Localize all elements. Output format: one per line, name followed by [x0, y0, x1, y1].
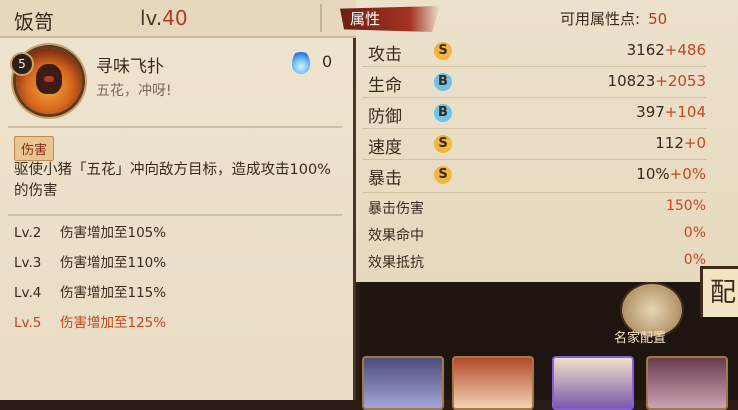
attr-row-speed: 速度 S 112+0: [368, 134, 706, 158]
skill-level-row-current: Lv.5 伤害增加至125%: [14, 315, 167, 331]
skill-subtitle: 五花，冲呀!: [96, 83, 172, 99]
grade-badge: B: [434, 73, 452, 91]
skill-title: 寻味飞扑: [96, 57, 164, 77]
shikigami-card[interactable]: [552, 356, 634, 410]
attr-row-crit: 暴击 S 10%+0%: [368, 165, 706, 189]
row-divider: [362, 128, 706, 129]
skill-level-row: Lv.3 伤害增加至110%: [14, 255, 167, 271]
grade-badge: S: [434, 42, 452, 60]
row-divider: [362, 97, 706, 98]
attr-row-hp: 生命 B 10823+2053: [368, 72, 706, 96]
shikigami-level: lv.40: [140, 6, 188, 30]
fire-cost: 0: [322, 52, 333, 71]
shikigami-card[interactable]: [452, 356, 534, 410]
tab-attributes[interactable]: 属性: [340, 6, 440, 32]
divider: [8, 214, 342, 216]
shikigami-card[interactable]: [646, 356, 728, 410]
skill-panel: 饭笥 lv.40 5 寻味飞扑 五花，冲呀! 0 伤害 驱使小猪「五花」冲向敌方…: [0, 0, 356, 400]
grade-badge: S: [434, 135, 452, 153]
attr-row-defense: 防御 B 397+104: [368, 103, 706, 127]
row-divider: [362, 159, 706, 160]
shikigami-header: 饭笥 lv.40: [0, 0, 356, 38]
blue-fire-icon: [292, 50, 310, 74]
grade-badge: S: [434, 166, 452, 184]
fame-config-button[interactable]: 名家配置: [614, 327, 666, 346]
divider: [8, 126, 342, 128]
grade-badge: B: [434, 104, 452, 122]
row-divider: [362, 66, 706, 67]
skill-level-row: Lv.2 伤害增加至105%: [14, 225, 167, 241]
attr-row-crit-damage: 暴击伤害 150%: [368, 198, 706, 217]
pig-icon: [36, 64, 62, 94]
attr-row-attack: 攻击 S 3162+486: [368, 41, 706, 65]
available-points: 可用属性点: 50: [560, 10, 668, 28]
row-divider: [362, 192, 706, 193]
attr-row-effect-resist: 效果抵抗 0%: [368, 252, 706, 271]
config-tab[interactable]: 配: [700, 266, 738, 317]
skill-description: 驱使小猪「五花」冲向敌方目标，造成攻击100%的伤害: [14, 162, 331, 199]
skill-level-row: Lv.4 伤害增加至115%: [14, 285, 167, 301]
shikigami-card[interactable]: [362, 356, 444, 410]
skill-header: 5 寻味飞扑 五花，冲呀! 0: [0, 36, 353, 126]
shikigami-name: 饭笥: [14, 10, 54, 34]
skill-type-tag: 伤害: [14, 136, 55, 161]
header-divider: [320, 4, 322, 32]
skill-level-badge: 5: [10, 52, 34, 76]
attr-row-effect-hit: 效果命中 0%: [368, 225, 706, 244]
